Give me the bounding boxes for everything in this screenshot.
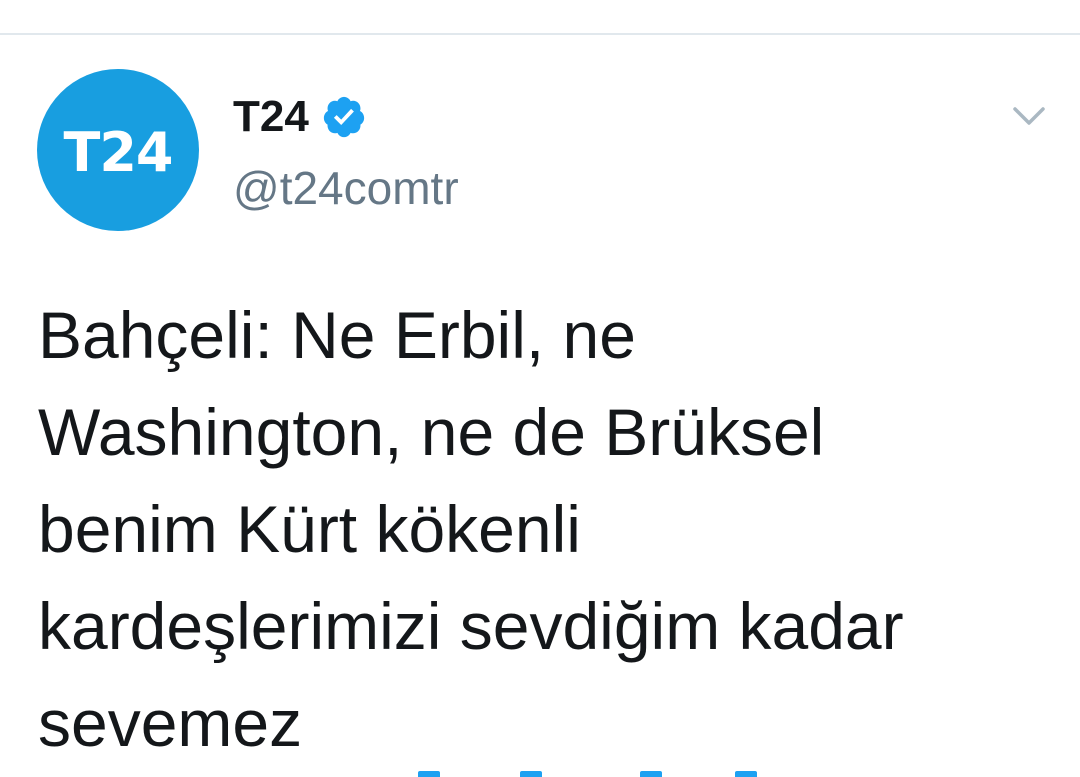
avatar[interactable]: T24 <box>37 69 199 231</box>
user-name-row[interactable]: T24 <box>233 87 367 147</box>
display-name[interactable]: T24 <box>233 95 309 139</box>
tweet-text: Bahçeli: Ne Erbil, ne Washington, ne de … <box>38 298 904 760</box>
user-handle[interactable]: @t24comtr <box>233 165 459 211</box>
cropped-next-line <box>0 765 1080 777</box>
tweet-screen: T24 T24 @t24comtr Bahçeli: Ne Erbil, ne … <box>0 0 1080 777</box>
avatar-logo-text: T24 <box>63 120 174 184</box>
verified-badge-icon <box>323 96 364 138</box>
tweet-card[interactable]: T24 T24 @t24comtr Bahçeli: Ne Erbil, ne … <box>0 35 1080 777</box>
chevron-down-icon[interactable] <box>1008 95 1050 137</box>
